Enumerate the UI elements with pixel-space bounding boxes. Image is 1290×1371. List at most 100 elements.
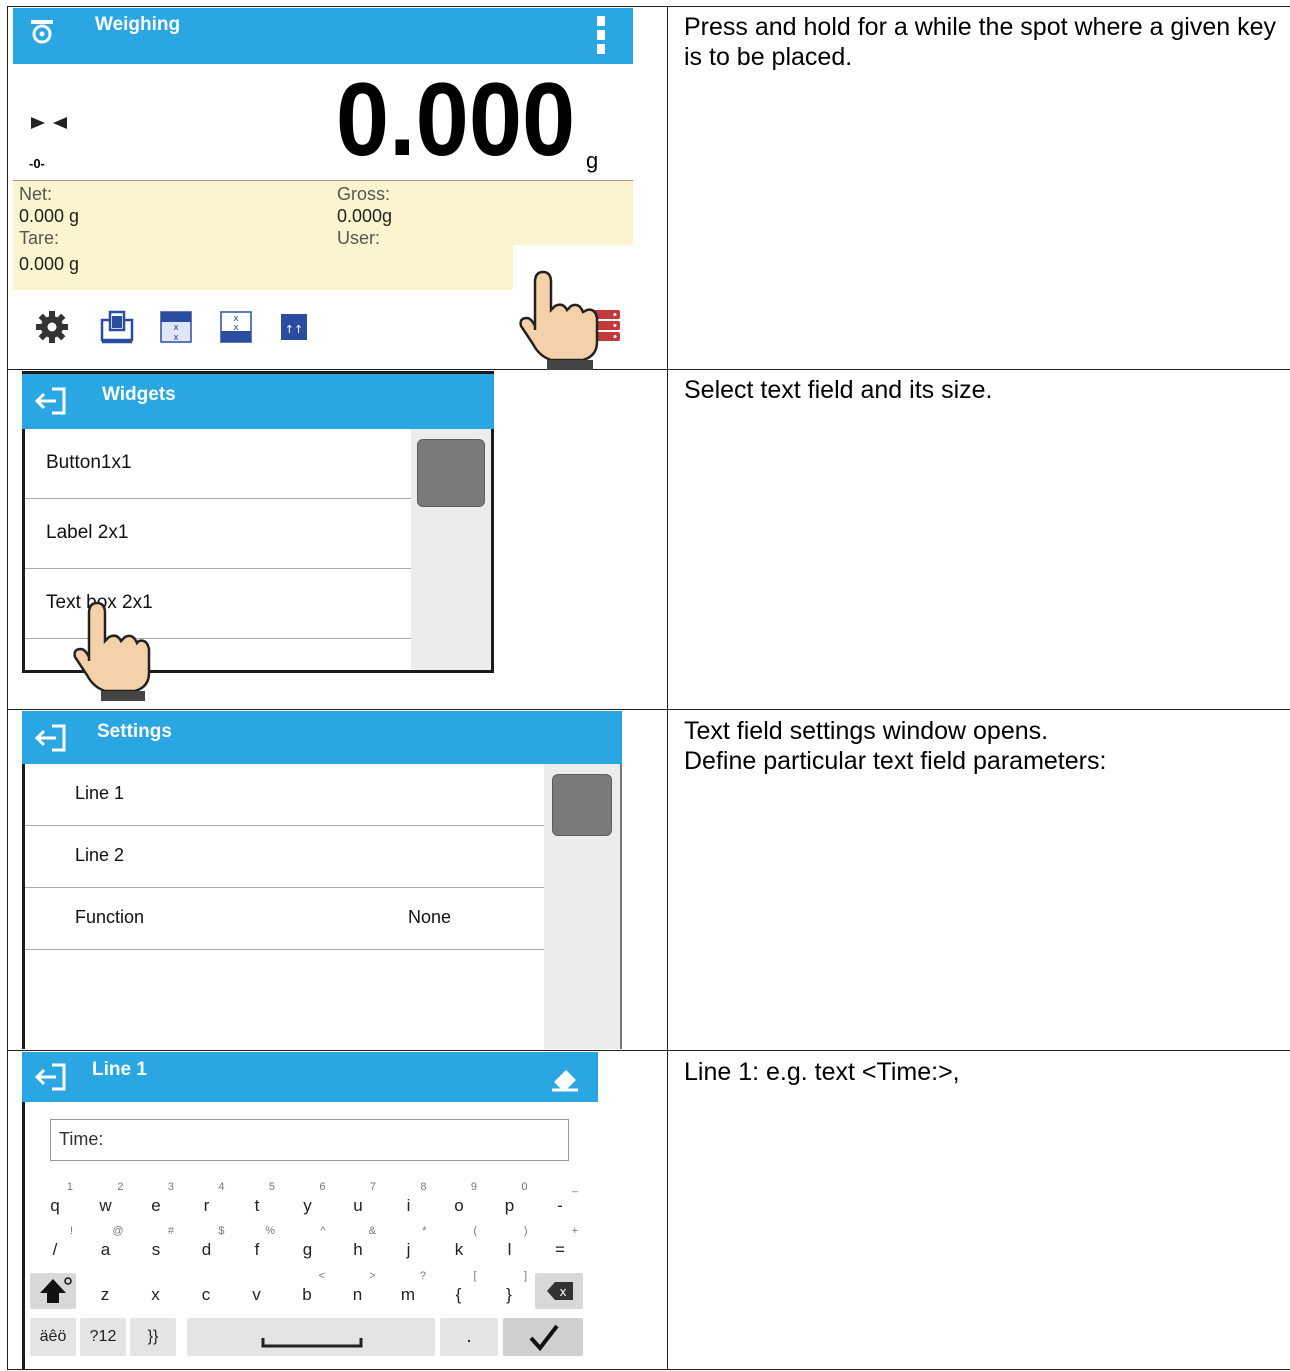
key-secondary-label: 5 — [268, 1181, 275, 1193]
brackets-key[interactable]: }} — [130, 1318, 176, 1356]
key-label: k — [454, 1240, 464, 1259]
key-w[interactable]: w2 — [86, 1181, 126, 1220]
list-item[interactable]: Button1x1 — [25, 429, 411, 499]
description-text: Define particular text field parameters: — [684, 747, 1107, 775]
settings-item-function[interactable]: Function None — [25, 888, 544, 950]
key-label: c — [201, 1285, 211, 1304]
info-band-tare — [13, 245, 513, 290]
list-item[interactable]: Label 2x1 — [25, 499, 411, 569]
key-b[interactable]: b < — [287, 1270, 327, 1309]
key-secondary-label: ^ — [320, 1225, 326, 1237]
key-secondary-label: 4 — [218, 1181, 225, 1193]
key-{[interactable]: {[ — [439, 1270, 479, 1309]
key-s[interactable]: s # — [136, 1225, 176, 1264]
key-q[interactable]: q1 — [35, 1181, 75, 1220]
special-chars-key[interactable]: äêö — [30, 1318, 76, 1356]
scrollbar-thumb[interactable] — [552, 774, 612, 836]
period-key[interactable]: . — [440, 1318, 498, 1356]
key-e[interactable]: e3 — [136, 1181, 176, 1220]
key-label: äêö — [39, 1328, 67, 1345]
key-k[interactable]: k( — [439, 1225, 479, 1264]
transfer-icon[interactable]: ↑↑ — [281, 314, 307, 340]
key-label: t — [254, 1196, 260, 1215]
key-x[interactable]: x — [136, 1273, 176, 1309]
key-/[interactable]: /! — [35, 1225, 75, 1264]
key-label: u — [353, 1196, 363, 1215]
table-divider-2 — [7, 709, 1290, 710]
key--[interactable]: - _ — [540, 1181, 580, 1220]
hand-pointer-icon — [511, 260, 607, 372]
settings-item-line-2[interactable]: Line 2 — [25, 826, 544, 888]
settings-screen: Settings Line 1 Line 2 Function None — [22, 711, 622, 1049]
key-i[interactable]: i8 — [389, 1181, 429, 1220]
key-h[interactable]: h & — [338, 1225, 378, 1264]
key-f[interactable]: f% — [237, 1225, 277, 1264]
key-z[interactable]: z — [85, 1273, 125, 1309]
settings-item-label: Line 2 — [75, 845, 125, 865]
back-icon[interactable] — [34, 386, 68, 416]
key-g[interactable]: g ^ — [288, 1225, 328, 1264]
key-secondary-label: 7 — [369, 1181, 376, 1193]
settings-item-label: Function — [75, 907, 145, 927]
key-}[interactable]: }] — [489, 1270, 529, 1309]
eraser-icon[interactable] — [550, 1066, 580, 1092]
key-secondary-label: @ — [112, 1225, 124, 1237]
key-a[interactable]: a @ — [86, 1225, 126, 1264]
key-o[interactable]: o9 — [439, 1181, 479, 1220]
key-l[interactable]: l) — [490, 1225, 530, 1264]
net-label: Net: — [19, 184, 53, 204]
description-row-1: Press and hold for a while the spot wher… — [684, 12, 1286, 72]
text-input[interactable]: Time: — [50, 1119, 569, 1161]
key-label: x — [151, 1285, 160, 1304]
svg-text:↑↑: ↑↑ — [285, 323, 303, 336]
key-t[interactable]: t5 — [237, 1181, 277, 1220]
key-secondary-label: < — [318, 1270, 325, 1282]
hand-pointer-icon — [67, 595, 153, 703]
settings-header: Settings — [22, 711, 622, 764]
scrollbar[interactable] — [411, 429, 491, 670]
key-label: - — [557, 1196, 563, 1215]
page-title: Weighing — [95, 14, 181, 35]
space-key[interactable] — [187, 1318, 435, 1356]
key-c[interactable]: c — [186, 1273, 226, 1309]
widgets-screen: Widgets Button1x1 Label 2x1 Text box 2x1 — [22, 371, 494, 701]
key-label: i — [406, 1196, 411, 1215]
back-icon[interactable] — [34, 1062, 68, 1092]
key-d[interactable]: d $ — [187, 1225, 227, 1264]
printer-icon[interactable] — [99, 308, 135, 346]
shift-key[interactable] — [30, 1273, 76, 1309]
scrollbar[interactable] — [544, 764, 620, 1049]
key-m[interactable]: m? — [388, 1270, 428, 1309]
line1-header: Line 1 — [22, 1052, 598, 1102]
key-v[interactable]: v — [237, 1273, 277, 1309]
tare-x-icon[interactable]: xx — [160, 311, 192, 343]
zero-indicator: -0- — [29, 156, 45, 171]
stability-icon — [31, 116, 67, 129]
key-u[interactable]: u7 — [338, 1181, 378, 1220]
key-secondary-label: ? — [419, 1270, 426, 1282]
key-=[interactable]: = + — [540, 1225, 580, 1264]
description-text: Line 1: e.g. text <Time:>, — [684, 1058, 960, 1086]
svg-text:x: x — [173, 333, 179, 343]
backspace-key[interactable]: x — [535, 1273, 583, 1309]
scale-icon[interactable] — [29, 18, 55, 44]
settings-item-line-1[interactable]: Line 1 — [25, 764, 544, 826]
key-n[interactable]: n > — [338, 1270, 378, 1309]
back-icon[interactable] — [34, 723, 68, 753]
key-secondary-label: > — [369, 1270, 376, 1282]
key-secondary-label: ! — [69, 1225, 73, 1237]
key-r[interactable]: r4 — [187, 1181, 227, 1220]
menu-icon[interactable] — [597, 16, 607, 58]
numbers-key[interactable]: ?12 — [80, 1318, 126, 1356]
key-p[interactable]: p0 — [490, 1181, 530, 1220]
line1-screen: Line 1 Time: q 1 w 2 e 3 r 4 t 5 y 6 u 7 i 8 o 9 p 0 - _ /! a @ s… — [22, 1052, 598, 1369]
key-y[interactable]: y6 — [288, 1181, 328, 1220]
key-label: y — [303, 1196, 312, 1215]
key-j[interactable]: j * — [389, 1225, 429, 1264]
settings-gear-icon[interactable] — [35, 310, 69, 344]
key-label: j — [406, 1240, 411, 1259]
confirm-check-key[interactable] — [503, 1318, 583, 1356]
gross-value: 0.000g — [337, 206, 393, 226]
scrollbar-thumb[interactable] — [417, 439, 485, 507]
tare-x2-icon[interactable]: xx — [220, 311, 252, 343]
